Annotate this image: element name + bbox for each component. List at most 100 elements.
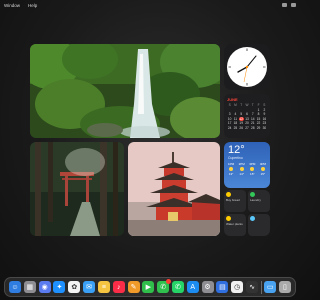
- calendar-day: [250, 108, 255, 112]
- calendar-day: 10: [227, 116, 232, 121]
- music-icon[interactable]: ♪: [112, 281, 125, 293]
- facetime-icon[interactable]: ▶: [142, 281, 155, 293]
- calendar-day: [233, 108, 238, 112]
- forecast-temp: 14°: [239, 172, 244, 176]
- forecast-time: 4PM: [259, 162, 266, 166]
- calendar-day: 8: [257, 112, 260, 116]
- clock-widget[interactable]: [224, 44, 270, 90]
- calendar-day: 18: [233, 121, 238, 125]
- calendar-day: 11: [233, 116, 238, 121]
- calendar-widget[interactable]: JUNE S M T W T F S 1 2 3 4 5 6 7 8 9 10 11 12 13 14 15 16 17 18 1…: [224, 94, 270, 138]
- photo-waterfall-forest[interactable]: [30, 44, 220, 138]
- forecast-time: 1PM: [228, 162, 235, 166]
- forecast-temp: 15°: [260, 172, 266, 176]
- keynote-icon[interactable]: ▤: [216, 281, 229, 293]
- launchpad-icon[interactable]: ▦: [23, 281, 36, 293]
- calendar-day: 1: [257, 107, 260, 112]
- folder-icon[interactable]: ▭: [264, 281, 277, 293]
- sun-icon: [250, 167, 255, 171]
- notes-icon[interactable]: ≡: [97, 281, 110, 293]
- calendar-weekday: W: [245, 103, 249, 107]
- forecast-temp: 15°: [250, 172, 255, 176]
- calendar-day: 21: [251, 121, 255, 125]
- messages-icon[interactable]: ✆: [157, 279, 172, 293]
- dock-separator: [260, 280, 262, 294]
- reminders-widget[interactable]: Buy bread Laundry Water plants: [224, 190, 270, 236]
- menu-window[interactable]: Window: [4, 3, 20, 8]
- calendar-day: 17: [227, 121, 232, 125]
- forecast-temp: 13°: [228, 172, 234, 176]
- calendar-day: 16: [262, 116, 267, 121]
- photo-pagoda-temple[interactable]: [128, 142, 220, 236]
- calendar-day: 22: [256, 121, 261, 125]
- forecast-time: 2PM: [238, 162, 245, 166]
- forecast-hour: 3PM 15°: [249, 162, 255, 176]
- activity-icon[interactable]: ∿: [246, 281, 258, 293]
- calendar-day: 13: [245, 116, 249, 121]
- calendar-day: 7: [251, 112, 254, 116]
- calendar-day: 27: [245, 125, 249, 130]
- pages-icon[interactable]: ✎: [127, 281, 140, 293]
- calendar-day: 5: [240, 112, 243, 116]
- menu-bar: Window Help: [0, 0, 300, 10]
- calendar-today: 12: [238, 116, 244, 121]
- weather-widget[interactable]: 12° Cupertino 1PM 13° 2PM 14° 3PM 15° 4PM 15°: [224, 142, 270, 188]
- photo-torii-path[interactable]: [30, 142, 124, 236]
- forecast-time: 3PM: [249, 162, 256, 166]
- reminder-item[interactable]: Laundry: [248, 190, 270, 212]
- forecast-hour: 1PM 13°: [228, 162, 234, 176]
- finder-icon[interactable]: ☺: [9, 281, 21, 293]
- calendar-day: 28: [251, 125, 255, 130]
- calendar-day: 25: [233, 125, 238, 130]
- safari-icon[interactable]: ✦: [53, 281, 66, 293]
- calendar-day: 20: [245, 121, 249, 125]
- calendar-day: 9: [263, 112, 266, 116]
- reminder-item[interactable]: Water plants: [224, 214, 246, 236]
- app-store-icon[interactable]: A: [186, 281, 199, 293]
- photos-icon[interactable]: ✿: [68, 281, 81, 293]
- forecast-hour: 4PM 15°: [260, 162, 266, 176]
- control-center-icon[interactable]: [282, 3, 287, 7]
- dock: ☺ ▦ ◉ ✦ ✿ ✉ ≡ ♪ ✎ ▶ ✆ ✆ A ⚙ ▤ ◷ ∿ ▭ ▯: [4, 277, 296, 297]
- calendar-day: 6: [246, 112, 248, 116]
- reminder-dot-icon: [226, 216, 231, 221]
- calendar-weekday: M: [234, 103, 237, 107]
- wifi-icon[interactable]: [291, 3, 296, 7]
- calendar-day: 2: [263, 107, 266, 112]
- settings-icon[interactable]: ⚙: [201, 281, 214, 293]
- calendar-day: 3: [228, 112, 231, 116]
- reminder-item[interactable]: [248, 214, 270, 236]
- calendar-weekday: S: [228, 103, 231, 107]
- calendar-month: JUNE: [227, 97, 238, 102]
- trash-icon[interactable]: ▯: [278, 281, 291, 293]
- reminder-label: Water plants: [226, 222, 243, 226]
- calendar-day: 26: [239, 125, 243, 130]
- calendar-day: 19: [239, 121, 243, 125]
- calendar-day: [227, 108, 232, 112]
- clock-icon[interactable]: ◷: [231, 281, 244, 293]
- calendar-weekday: T: [240, 103, 243, 107]
- menu-help[interactable]: Help: [28, 3, 37, 8]
- sun-icon: [260, 167, 265, 171]
- forecast-hour: 2PM 14°: [239, 162, 245, 176]
- analog-clock-face: [227, 47, 267, 87]
- reminder-label: Laundry: [250, 198, 261, 202]
- weather-location: Cupertino: [228, 156, 243, 160]
- calendar-day: 24: [227, 125, 232, 130]
- reminder-dot-icon: [250, 192, 255, 197]
- menu-extras: [282, 3, 296, 7]
- reminder-label: Buy bread: [226, 198, 240, 202]
- whatsapp-icon[interactable]: ✆: [171, 281, 184, 293]
- reminder-item[interactable]: Buy bread: [224, 190, 246, 212]
- mail-icon[interactable]: ✉: [83, 281, 96, 293]
- calendar-day: [239, 108, 244, 112]
- calendar-weekday: T: [251, 103, 254, 107]
- calendar-weekday: F: [257, 103, 260, 107]
- weather-temperature: 12°: [228, 144, 245, 156]
- calendar-day: 4: [234, 112, 237, 116]
- calendar-grid: S M T W T F S 1 2 3 4 5 6 7 8 9 10 11 12 13 14 15 16 17 18 19 20 21…: [227, 103, 267, 130]
- reminder-dot-icon: [226, 192, 231, 197]
- sun-icon: [239, 167, 244, 171]
- calendar-day: 29: [256, 125, 261, 130]
- messenger-icon[interactable]: ◉: [38, 281, 51, 293]
